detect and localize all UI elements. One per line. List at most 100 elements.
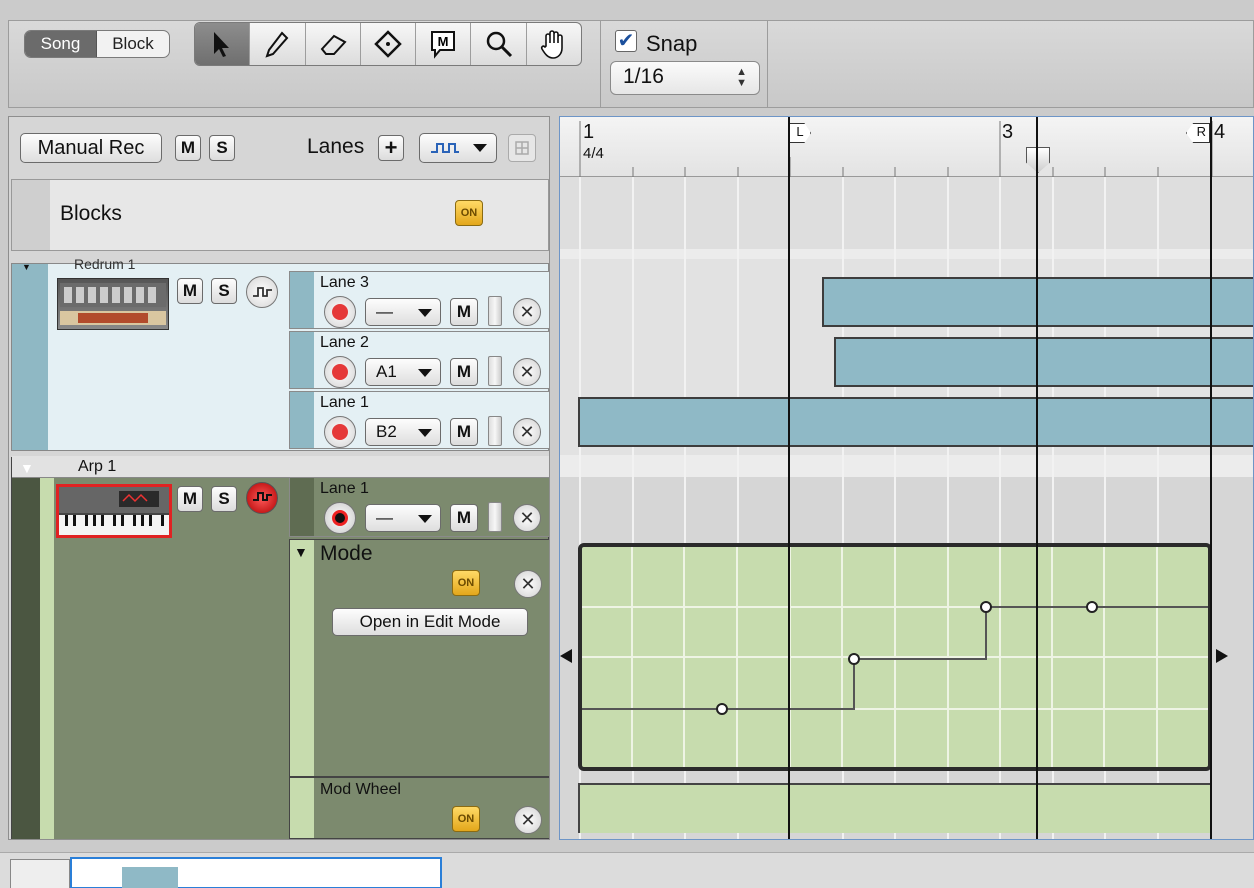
mode-automation-lane: ▼ Mode ON ✕ Open in Edit Mode (289, 539, 549, 777)
lane-slider[interactable] (488, 502, 502, 532)
lane-grip[interactable] (290, 332, 314, 388)
delete-lane-button[interactable]: ✕ (513, 358, 541, 386)
razor-icon (374, 30, 402, 58)
collapse-triangle-icon[interactable]: ▼ (22, 262, 31, 272)
lane-pattern-value: B2 (376, 422, 397, 441)
lane-pattern-dropdown[interactable]: A1 (365, 358, 441, 386)
lane-record-button[interactable] (324, 502, 356, 534)
lane-mute-button[interactable]: M (450, 358, 478, 386)
song-mode-button[interactable]: Song (25, 31, 97, 57)
lane-grip[interactable] (290, 540, 314, 776)
lane-record-button[interactable] (324, 356, 356, 388)
note-clip-lane-1[interactable] (578, 397, 1253, 447)
redrum-mute-button[interactable]: M (177, 278, 203, 304)
note-lane-icon (253, 287, 272, 297)
overview-viewport[interactable] (70, 857, 442, 888)
note-clip-lane-2[interactable] (834, 337, 1253, 387)
synth-keyboard-icon (59, 487, 169, 535)
open-in-edit-mode-button[interactable]: Open in Edit Mode (332, 608, 528, 636)
arrow-icon (214, 32, 230, 57)
lane-mute-button[interactable]: M (450, 504, 478, 532)
delete-automation-button[interactable]: ✕ (514, 570, 542, 598)
lane-name: Lane 1 (320, 480, 369, 497)
svg-text:M: M (438, 34, 449, 49)
note-lane-icon (431, 143, 459, 153)
blocks-on-button[interactable]: ON (455, 200, 483, 226)
lane-grip[interactable] (290, 778, 314, 838)
close-icon: ✕ (520, 809, 536, 830)
reason-sequencer-window: Song Block M ✔ Snap 1/16 ▲ ▼ Manual Rec … (0, 0, 1254, 888)
magnify-tool-button[interactable] (471, 23, 527, 65)
redrum-lane-3: Lane 3 — M ✕ (289, 271, 549, 329)
hand-tool-button[interactable] (527, 23, 581, 65)
manual-rec-button[interactable]: Manual Rec (20, 133, 162, 163)
redrum-solo-button[interactable]: S (211, 278, 237, 304)
blocks-track: Blocks ON (11, 179, 549, 251)
mod-wheel-on-button[interactable]: ON (452, 806, 480, 832)
delete-lane-button[interactable]: ✕ (513, 418, 541, 446)
scroll-right-icon[interactable] (1216, 649, 1228, 663)
delete-automation-button[interactable]: ✕ (514, 806, 542, 834)
mute-all-button[interactable]: M (175, 135, 201, 161)
lane-pattern-dropdown[interactable]: B2 (365, 418, 441, 446)
mode-automation-clip[interactable] (578, 543, 1212, 771)
lane-pattern-dropdown[interactable]: — (365, 298, 441, 326)
block-mode-button[interactable]: Block (97, 31, 169, 57)
delete-lane-button[interactable]: ✕ (513, 504, 541, 532)
lane-grip[interactable] (290, 478, 314, 536)
razor-tool-button[interactable] (361, 23, 417, 65)
overview-clip-preview (122, 867, 178, 888)
timeline-ruler[interactable]: 1 4/4 3 4 L R (560, 117, 1253, 177)
arp-device-thumbnail[interactable] (56, 484, 172, 538)
lane-slider[interactable] (488, 296, 502, 326)
lane-slider[interactable] (488, 416, 502, 446)
mute-tool-button[interactable]: M (416, 23, 472, 65)
pencil-tool-button[interactable] (250, 23, 306, 65)
arp-lane-1: Lane 1 — M ✕ (289, 477, 549, 537)
grid-view-button[interactable] (508, 134, 536, 162)
record-icon (332, 364, 348, 380)
eraser-tool-button[interactable] (306, 23, 361, 65)
tool-palette: M (194, 22, 582, 66)
arrange-view[interactable]: 1 4/4 3 4 L R (559, 116, 1254, 840)
redrum-device-thumbnail[interactable] (57, 278, 169, 330)
snap-checkbox[interactable]: ✔ (615, 30, 637, 52)
overview-strip (0, 852, 1254, 888)
close-icon: ✕ (519, 301, 535, 322)
collapse-triangle-icon[interactable]: ▼ (294, 544, 308, 560)
lane-record-button[interactable] (324, 296, 356, 328)
lane-pattern-value: — (376, 508, 393, 527)
note-lane-icon (253, 492, 272, 501)
arp-track-monitor-button[interactable] (246, 482, 278, 514)
mode-on-button[interactable]: ON (452, 570, 480, 596)
snap-value-select[interactable]: 1/16 ▲ ▼ (610, 61, 760, 95)
arp-mute-button[interactable]: M (177, 486, 203, 512)
record-icon (332, 304, 348, 320)
delete-lane-button[interactable]: ✕ (513, 298, 541, 326)
mode-label: Mode (320, 542, 373, 565)
song-block-toggle[interactable]: Song Block (24, 30, 170, 58)
lane-type-dropdown[interactable] (419, 133, 497, 163)
arp-solo-button[interactable]: S (211, 486, 237, 512)
collapse-triangle-icon[interactable]: ▼ (20, 460, 34, 476)
note-clip-lane-3[interactable] (822, 277, 1253, 327)
lane-grip[interactable] (290, 272, 314, 328)
zoom-buttons[interactable] (10, 859, 70, 888)
lane-grip[interactable] (290, 392, 314, 448)
mod-wheel-automation-clip[interactable] (578, 783, 1212, 833)
scroll-left-icon[interactable] (560, 649, 572, 663)
lane-slider[interactable] (488, 356, 502, 386)
solo-all-button[interactable]: S (209, 135, 235, 161)
right-locator-line (1210, 117, 1212, 839)
chevron-down-icon (418, 429, 432, 437)
left-locator-label: L (796, 124, 804, 139)
lane-mute-button[interactable]: M (450, 418, 478, 446)
lane-pattern-dropdown[interactable]: — (365, 504, 441, 532)
add-lane-button[interactable]: + (378, 135, 404, 161)
arrow-tool-button[interactable] (195, 23, 251, 65)
lane-mute-button[interactable]: M (450, 298, 478, 326)
redrum-track-monitor-button[interactable] (246, 276, 278, 308)
track-list-panel: Manual Rec M S Lanes + Blocks ON ▼ Redru… (8, 116, 550, 840)
close-icon: ✕ (519, 507, 535, 528)
lane-record-button[interactable] (324, 416, 356, 448)
